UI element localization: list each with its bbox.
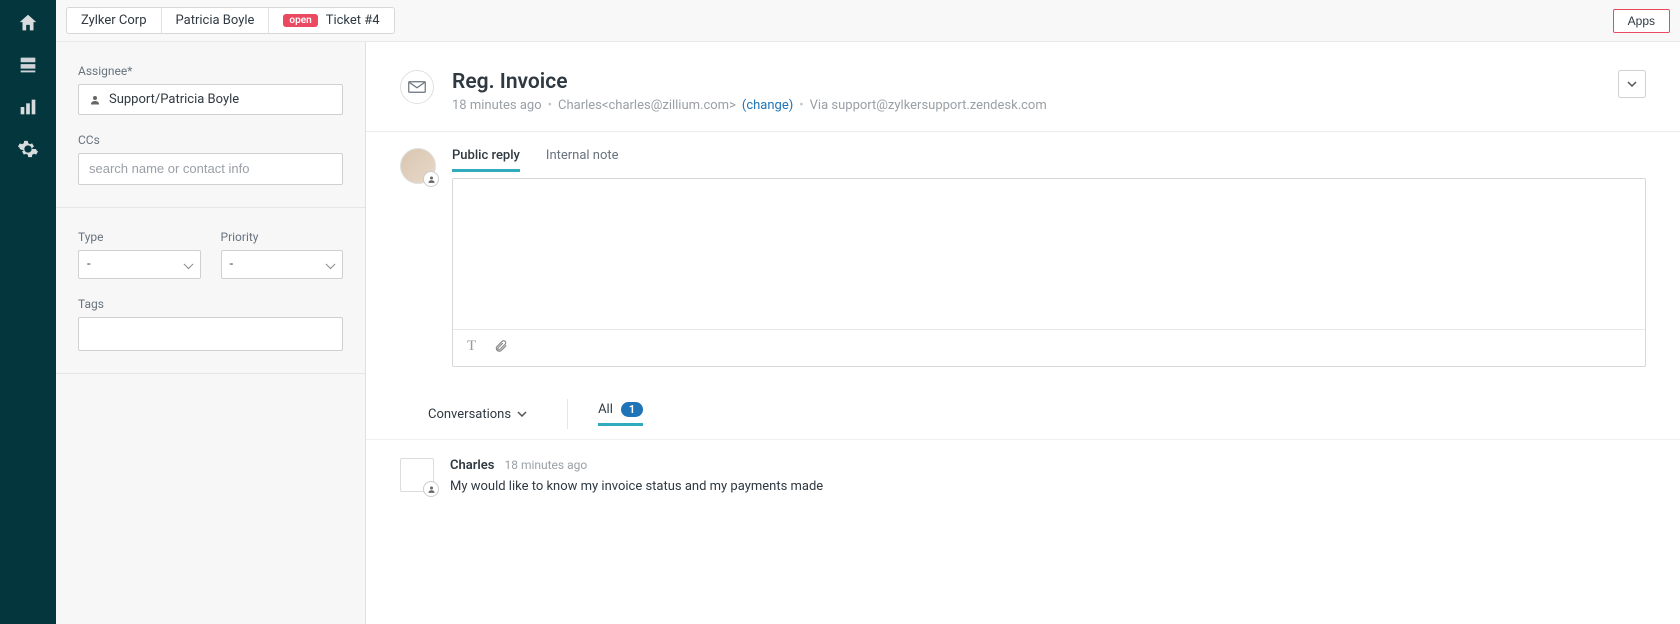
ticket-requester: Charles<charles@zillium.com> <box>558 98 736 113</box>
person-icon <box>89 94 101 106</box>
priority-label: Priority <box>221 230 344 244</box>
ticket-properties-sidebar: Assignee* Support/Patricia Boyle CCs Typ… <box>56 42 366 624</box>
message-author: Charles <box>450 458 494 473</box>
breadcrumb-tabs: Zylker Corp Patricia Boyle open Ticket #… <box>66 7 395 34</box>
type-select[interactable]: - <box>78 250 201 279</box>
tab-public-reply[interactable]: Public reply <box>452 148 520 172</box>
filter-all[interactable]: All 1 <box>598 402 643 426</box>
apps-button[interactable]: Apps <box>1613 9 1670 33</box>
top-bar: Zylker Corp Patricia Boyle open Ticket #… <box>56 0 1680 42</box>
agent-avatar <box>400 148 436 184</box>
attach-icon[interactable] <box>494 338 508 358</box>
type-label: Type <box>78 230 201 244</box>
tab-person-label: Patricia Boyle <box>176 13 255 28</box>
tab-ticket[interactable]: open Ticket #4 <box>269 8 393 33</box>
inbox-icon[interactable] <box>17 54 39 76</box>
ccs-label: CCs <box>78 133 343 147</box>
meta-dot-2: • <box>799 98 803 113</box>
tab-org[interactable]: Zylker Corp <box>67 8 162 33</box>
ticket-via: Via support@zylkersupport.zendesk.com <box>810 98 1047 113</box>
meta-dot: • <box>548 98 552 113</box>
conversations-label: Conversations <box>428 407 511 422</box>
divider <box>56 207 365 208</box>
filter-all-count: 1 <box>621 402 643 417</box>
divider-2 <box>56 373 365 374</box>
chevron-down-icon <box>517 411 527 417</box>
requester-badge-icon <box>423 481 439 497</box>
editor-toolbar: T <box>453 329 1645 366</box>
reply-tabs: Public reply Internal note <box>452 148 1646 172</box>
message-time: 18 minutes ago <box>504 458 587 472</box>
change-requester-link[interactable]: (change) <box>742 98 793 113</box>
filter-separator <box>567 399 568 429</box>
tab-internal-note[interactable]: Internal note <box>546 148 619 172</box>
agent-badge-icon <box>423 171 439 187</box>
tags-field[interactable] <box>78 317 343 351</box>
conversation-message: Charles 18 minutes ago My would like to … <box>366 439 1680 512</box>
requester-avatar <box>400 458 434 492</box>
tab-org-label: Zylker Corp <box>81 13 147 28</box>
message-body: My would like to know my invoice status … <box>450 479 823 494</box>
reply-editor: T <box>452 178 1646 367</box>
tags-label: Tags <box>78 297 343 311</box>
ticket-title: Reg. Invoice <box>452 70 1600 94</box>
format-text-icon[interactable]: T <box>467 338 476 358</box>
reports-icon[interactable] <box>17 96 39 118</box>
ccs-field[interactable] <box>78 153 343 185</box>
filter-all-label: All <box>598 402 613 417</box>
ccs-input[interactable] <box>89 161 332 176</box>
ticket-actions-dropdown[interactable] <box>1618 70 1646 98</box>
home-icon[interactable] <box>17 12 39 34</box>
assignee-field[interactable]: Support/Patricia Boyle <box>78 84 343 115</box>
ticket-main: Reg. Invoice 18 minutes ago • Charles<ch… <box>366 42 1680 624</box>
ticket-time: 18 minutes ago <box>452 98 542 113</box>
tab-ticket-label: Ticket #4 <box>326 13 380 28</box>
type-value: - <box>87 257 91 272</box>
reply-textarea[interactable] <box>453 179 1645 329</box>
vertical-nav <box>0 0 56 624</box>
mail-icon <box>400 70 434 104</box>
priority-value: - <box>230 257 234 272</box>
assignee-label: Assignee* <box>78 64 343 78</box>
priority-select[interactable]: - <box>221 250 344 279</box>
ticket-status-badge: open <box>283 14 317 27</box>
assignee-value: Support/Patricia Boyle <box>109 92 239 107</box>
ticket-meta: 18 minutes ago • Charles<charles@zillium… <box>452 98 1600 113</box>
ticket-header: Reg. Invoice 18 minutes ago • Charles<ch… <box>366 42 1680 131</box>
conversations-dropdown[interactable]: Conversations <box>428 401 537 428</box>
conversation-filter-bar: Conversations All 1 <box>366 395 1680 439</box>
tab-person[interactable]: Patricia Boyle <box>162 8 270 33</box>
settings-icon[interactable] <box>17 138 39 160</box>
reply-area: Public reply Internal note T <box>366 132 1680 395</box>
